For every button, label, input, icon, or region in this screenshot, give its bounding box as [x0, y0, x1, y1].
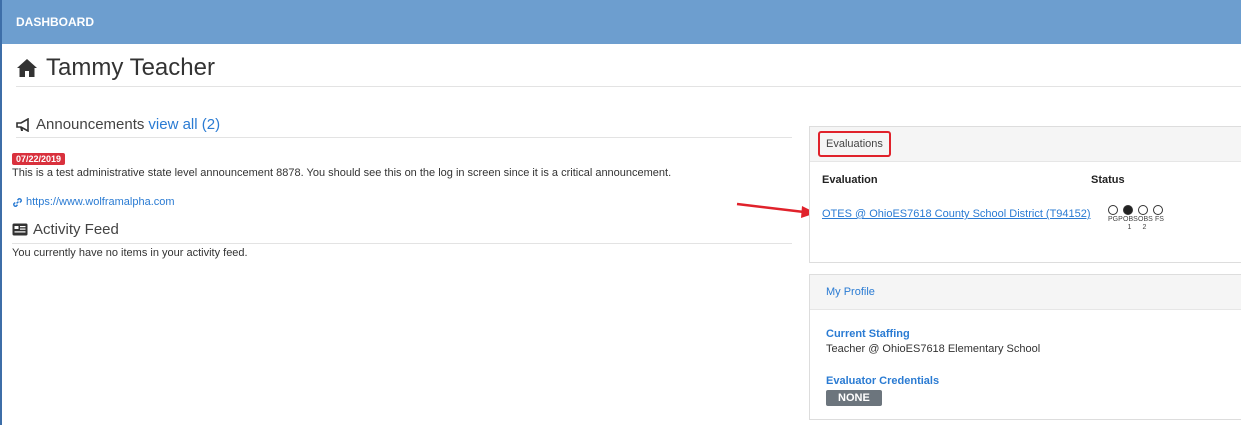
evaluations-heading-highlight: Evaluations	[818, 131, 891, 157]
newspaper-icon	[12, 223, 28, 236]
evaluator-credentials-badge: NONE	[826, 390, 882, 406]
status-label-fs: FS	[1155, 216, 1164, 223]
evaluation-column-header: Evaluation	[822, 174, 878, 186]
home-icon	[17, 59, 37, 77]
header-title: DASHBOARD	[16, 15, 94, 29]
announcement-date-badge: 07/22/2019	[12, 153, 66, 165]
evaluations-panel: Evaluations Evaluation Status OTES @ Ohi…	[809, 126, 1241, 263]
evaluations-heading: Evaluations	[826, 138, 883, 150]
activity-feed-heading: Activity Feed	[12, 221, 119, 238]
status-dot-obs2	[1138, 205, 1148, 215]
link-icon	[13, 197, 22, 207]
status-column-header: Status	[1091, 174, 1125, 186]
status-dot-obs1	[1123, 205, 1133, 215]
my-profile-heading[interactable]: My Profile	[826, 286, 875, 298]
activity-feed-divider	[12, 243, 792, 244]
current-staffing-value: Teacher @ OhioES7618 Elementary School	[826, 343, 1041, 355]
announcement-text: This is a test administrative state leve…	[12, 167, 672, 179]
page-title-text: Tammy Teacher	[46, 54, 215, 81]
status-label-obs1: OBS 1	[1123, 216, 1138, 231]
announcements-heading: Announcements view all (2)	[16, 116, 220, 133]
evaluator-credentials-label: Evaluator Credentials	[826, 375, 940, 387]
announcements-divider	[16, 137, 792, 138]
status-label-pgp: PGP	[1108, 216, 1123, 223]
my-profile-panel: My Profile Current Staffing Teacher @ Oh…	[809, 274, 1241, 420]
evaluations-panel-header: Evaluations	[810, 127, 1241, 162]
evaluation-status: PGP OBS 1 OBS 2 FS	[1108, 205, 1166, 232]
status-label-obs2: OBS 2	[1138, 216, 1153, 231]
status-dot-pgp	[1108, 205, 1118, 215]
activity-feed-empty-text: You currently have no items in your acti…	[12, 247, 248, 259]
dashboard-header-bar: DASHBOARD	[2, 0, 1241, 44]
page-title: Tammy Teacher	[16, 54, 215, 82]
announcement-link-text[interactable]: https://www.wolframalpha.com	[26, 196, 175, 208]
status-dots	[1108, 205, 1166, 215]
evaluation-link[interactable]: OTES @ OhioES7618 County School District…	[822, 208, 1091, 220]
window-left-border	[0, 0, 2, 425]
my-profile-panel-header: My Profile	[810, 275, 1241, 310]
announcement-link[interactable]: https://www.wolframalpha.com	[12, 196, 175, 208]
activity-feed-heading-label: Activity Feed	[33, 221, 119, 238]
megaphone-icon	[16, 117, 29, 132]
announcements-heading-label: Announcements	[36, 116, 145, 133]
title-divider	[16, 86, 1241, 87]
status-labels: PGP OBS 1 OBS 2 FS	[1108, 216, 1166, 232]
current-staffing-label: Current Staffing	[826, 328, 910, 340]
announcements-view-all-link[interactable]: view all (2)	[148, 116, 220, 133]
red-arrow-annotation	[736, 202, 816, 218]
status-dot-fs	[1153, 205, 1163, 215]
